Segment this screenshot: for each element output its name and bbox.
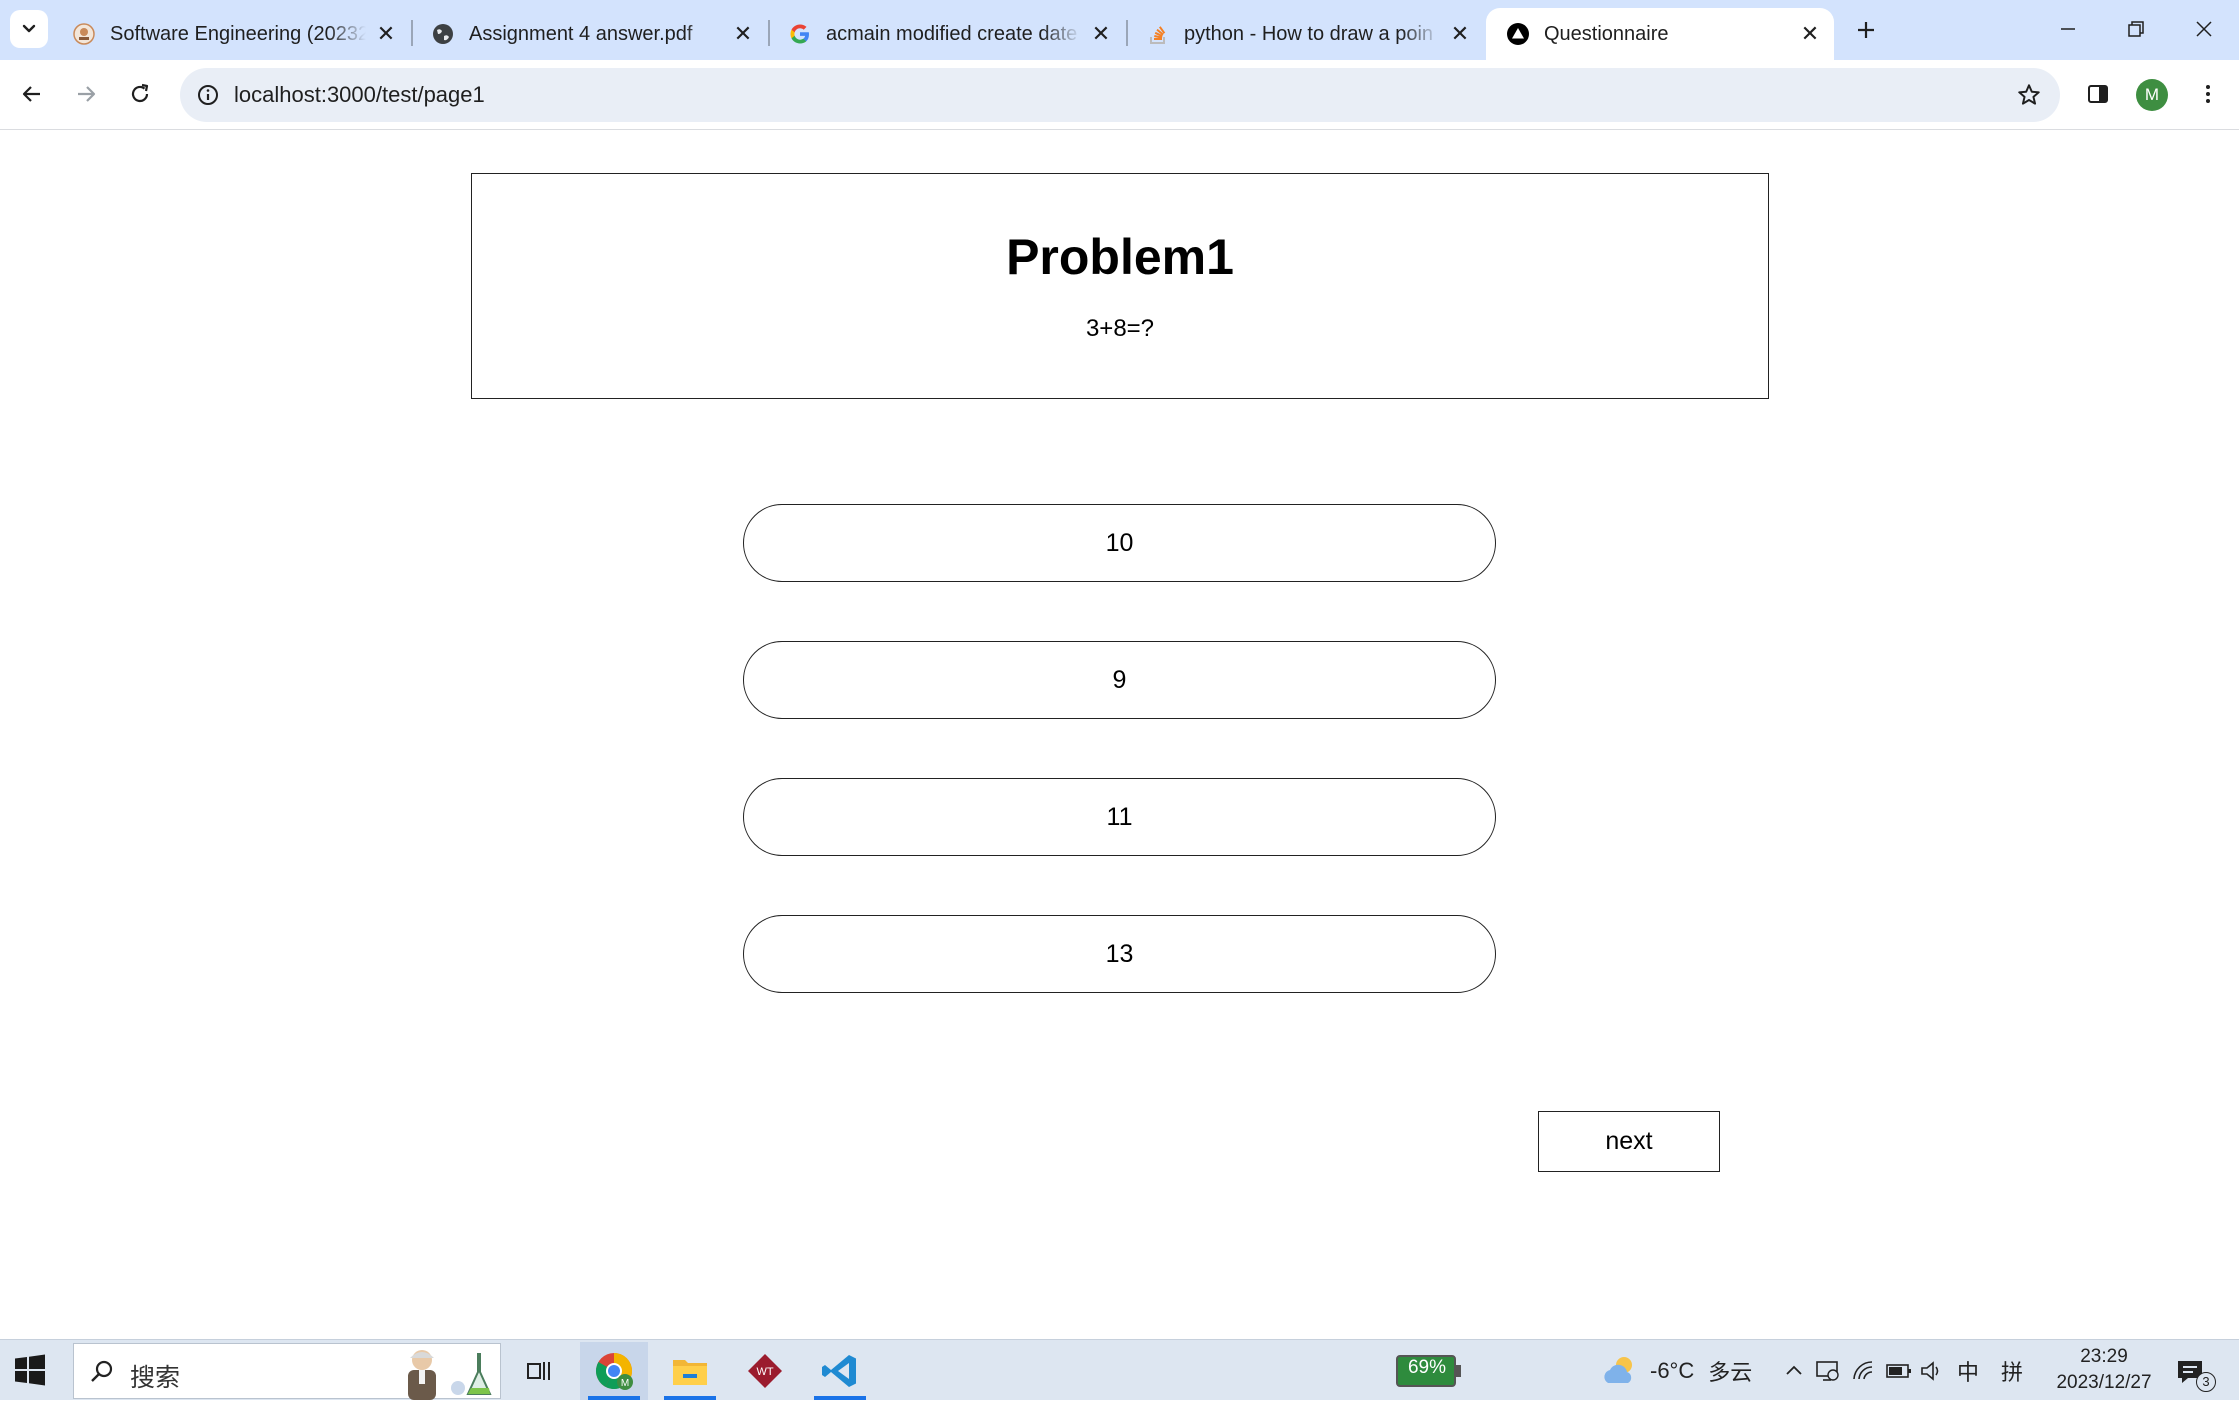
tab-assignment-pdf[interactable]: Assignment 4 answer.pdf ✕ (411, 8, 767, 60)
tab-stackoverflow[interactable]: python - How to draw a poin ✕ (1126, 8, 1484, 60)
chevron-down-icon (22, 24, 36, 33)
task-view-icon (527, 1362, 550, 1380)
tab-title: Software Engineering (20232 (110, 22, 366, 45)
answer-option-1[interactable]: 10 (743, 504, 1496, 582)
tab-title: Assignment 4 answer.pdf (469, 22, 693, 45)
chevron-up-icon[interactable] (1783, 1360, 1805, 1382)
kebab-menu-icon (2206, 85, 2210, 103)
svg-text:M: M (621, 1378, 629, 1389)
tab-close-icon[interactable]: ✕ (1089, 21, 1113, 46)
globe-icon (431, 22, 455, 46)
cloudy-sun-icon (1604, 1356, 1632, 1383)
course-favicon-icon (72, 22, 96, 46)
answer-option-2[interactable]: 9 (743, 641, 1496, 719)
plus-icon (1858, 22, 1874, 38)
arrow-right-icon (78, 86, 96, 102)
folder-icon (673, 1360, 707, 1385)
tab-title: python - How to draw a poin (1184, 22, 1434, 45)
restore-button[interactable] (2102, 0, 2170, 58)
problem-title: Problem1 (1006, 229, 1234, 285)
windows-taskbar: 搜索 M WT 69% -6°C 多云 中 拼 23:29 2023/12/27… (0, 1339, 2239, 1400)
address-text[interactable]: localhost:3000/test/page1 (234, 81, 485, 109)
profile-avatar[interactable]: M (2136, 79, 2168, 111)
search-icon (91, 1360, 113, 1382)
reload-button[interactable] (118, 72, 162, 116)
clock-time: 23:29 (2080, 1346, 2128, 1367)
browser-toolbar: localhost:3000/test/page1 M (0, 60, 2239, 130)
wifi-icon[interactable] (1851, 1359, 1877, 1383)
new-tab-button[interactable] (1846, 12, 1886, 48)
problem-card: Problem1 3+8=? (471, 173, 1769, 399)
tab-strip: Software Engineering (20232 ✕ Assignment… (0, 0, 2239, 60)
task-view-button[interactable] (505, 1342, 573, 1400)
weather-widget[interactable]: -6°C 多云 (1600, 1340, 1752, 1401)
chrome-icon: M (595, 1353, 633, 1390)
windows-logo-icon (15, 1354, 45, 1386)
page-content: Problem1 3+8=? 10 9 11 13 next (0, 131, 2239, 1339)
tab-google-search[interactable]: acmain modified create date ✕ (768, 8, 1125, 60)
vscode-icon (822, 1355, 856, 1387)
arrow-left-icon (22, 86, 40, 102)
tab-software-engineering[interactable]: Software Engineering (20232 ✕ (52, 8, 410, 60)
tab-close-icon[interactable]: ✕ (1448, 21, 1472, 46)
battery-icon[interactable] (1885, 1361, 1913, 1381)
clock-date: 2023/12/27 (2056, 1372, 2152, 1393)
taskbar-chrome[interactable]: M (580, 1342, 648, 1400)
tab-search-button[interactable] (10, 10, 48, 48)
side-panel-icon (2088, 85, 2108, 103)
tab-questionnaire[interactable]: Questionnaire ✕ (1486, 8, 1834, 60)
start-button[interactable] (14, 1354, 46, 1386)
tab-close-icon[interactable]: ✕ (731, 21, 755, 46)
reload-icon (131, 83, 149, 103)
bookmark-star-icon[interactable] (2014, 80, 2044, 110)
stackoverflow-icon (1146, 22, 1170, 46)
side-panel-button[interactable] (2076, 72, 2120, 116)
ime-language[interactable]: 中 (1957, 1355, 1979, 1387)
tab-close-icon[interactable]: ✕ (374, 21, 398, 46)
svg-text:WT: WT (756, 1366, 773, 1378)
minimize-button[interactable] (2034, 0, 2102, 58)
tab-title: acmain modified create date (826, 22, 1078, 45)
weather-temp: -6°C (1650, 1357, 1695, 1383)
answer-option-3[interactable]: 11 (743, 778, 1496, 856)
address-bar[interactable]: localhost:3000/test/page1 (180, 68, 2060, 122)
wt-app-icon: WT (748, 1354, 782, 1388)
google-icon (788, 22, 812, 46)
taskbar-file-explorer[interactable] (656, 1342, 724, 1400)
display-icon[interactable] (1815, 1359, 1841, 1383)
triangle-logo-icon (1506, 22, 1530, 46)
restore-icon (2128, 21, 2144, 37)
menu-button[interactable] (2186, 72, 2230, 116)
problem-question: 3+8=? (1085, 315, 1155, 342)
taskbar-vscode[interactable] (806, 1342, 874, 1400)
tab-close-icon[interactable]: ✕ (1798, 21, 1822, 46)
taskbar-search-box[interactable]: 搜索 (73, 1343, 501, 1400)
battery-percent: 69% (1407, 1357, 1447, 1378)
search-highlight-illustration-icon (408, 1350, 492, 1400)
answer-option-4[interactable]: 13 (743, 915, 1496, 993)
speaker-icon[interactable] (1919, 1359, 1945, 1383)
next-button[interactable]: next (1538, 1111, 1720, 1172)
minimize-icon (2061, 28, 2075, 30)
notification-center-button[interactable]: 3 (2172, 1352, 2222, 1392)
search-placeholder: 搜索 (130, 1363, 181, 1392)
ime-mode[interactable]: 拼 (2001, 1355, 2023, 1387)
taskbar-wt-app[interactable]: WT (731, 1342, 799, 1400)
site-info-icon[interactable] (194, 81, 222, 109)
back-button[interactable] (10, 72, 54, 116)
system-tray: 中 拼 (1783, 1340, 2023, 1401)
weather-desc: 多云 (1708, 1360, 1753, 1386)
notification-count-badge: 3 (2196, 1372, 2216, 1392)
close-icon (2196, 21, 2212, 37)
taskbar-clock[interactable]: 23:29 2023/12/27 (2040, 1344, 2168, 1396)
forward-button[interactable] (64, 72, 108, 116)
close-window-button[interactable] (2170, 0, 2238, 58)
tab-title: Questionnaire (1544, 22, 1669, 45)
